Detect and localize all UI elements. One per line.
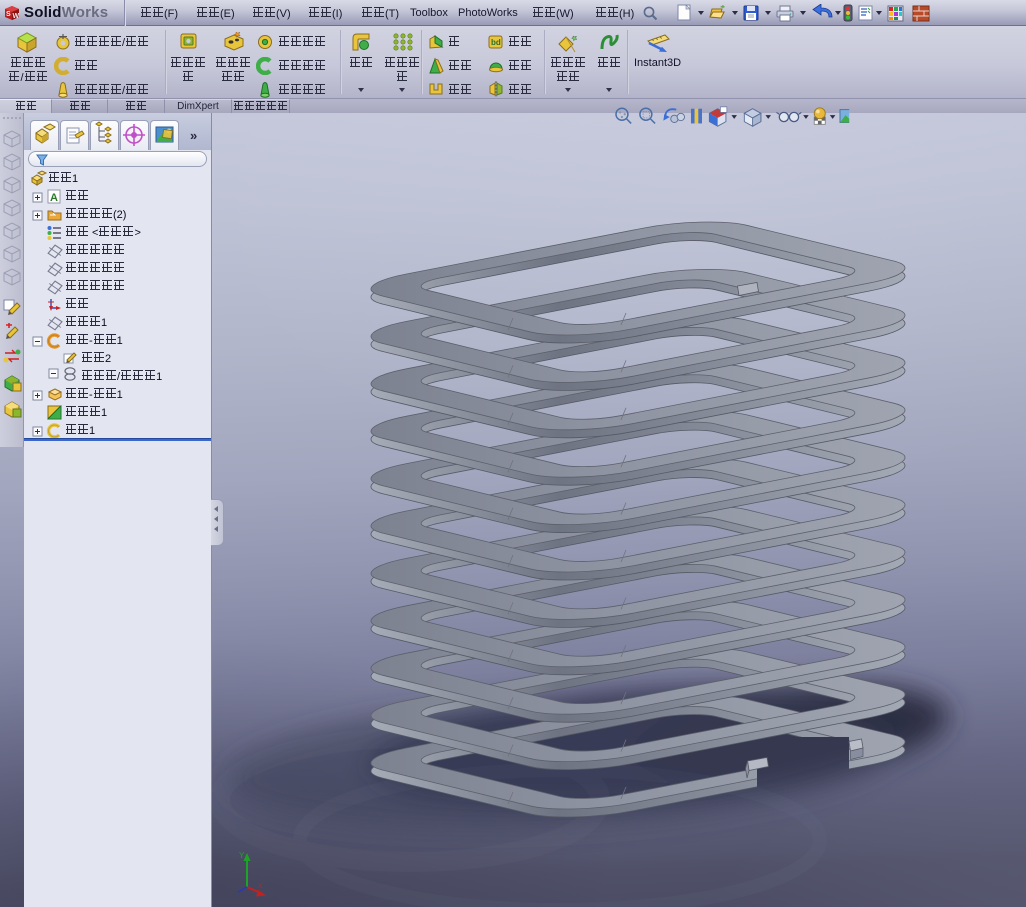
svg-text:W: W [13,13,20,20]
svg-text:X: X [258,883,263,890]
svg-text:A: A [50,192,58,204]
svg-text:Y: Y [239,851,245,860]
svg-text:S: S [6,11,11,18]
svg-text:bd: bd [491,38,501,47]
